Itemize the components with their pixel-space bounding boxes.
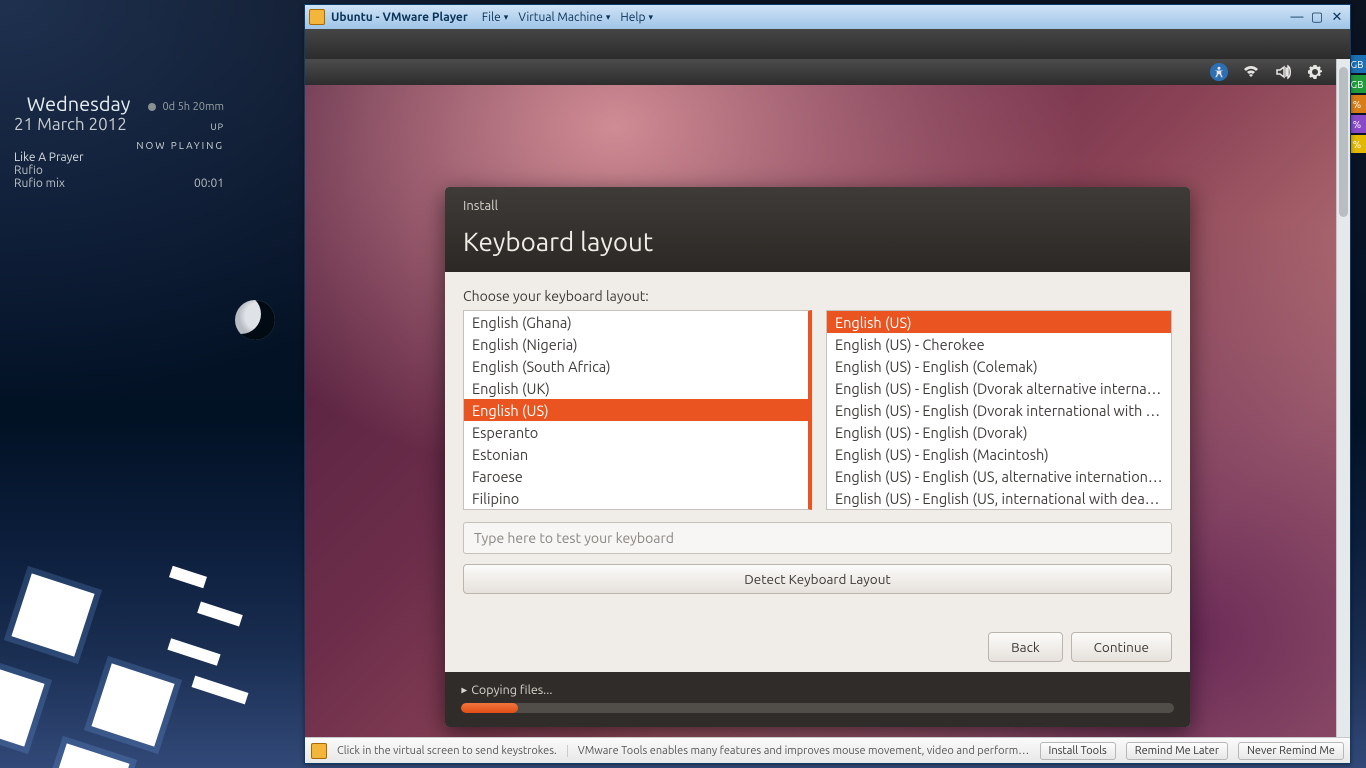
remind-later-button[interactable]: Remind Me Later — [1126, 742, 1228, 760]
widget-album: Rufio mix — [14, 177, 65, 190]
list-item[interactable]: English (US) — [827, 311, 1171, 333]
keyboard-test-input[interactable] — [463, 522, 1172, 554]
hint-desc: VMware Tools enables many features and i… — [567, 745, 1030, 757]
widget-up-label: UP — [210, 122, 224, 132]
menu-help[interactable]: Help▾ — [620, 11, 653, 24]
vmware-menubar: File▾ Virtual Machine▾ Help▾ — [482, 11, 653, 24]
keyboard-variant-list[interactable]: English (US)English (US) - CherokeeEngli… — [826, 310, 1172, 510]
gear-icon[interactable] — [1306, 63, 1324, 81]
list-item[interactable]: Estonian — [464, 443, 808, 465]
list-item[interactable]: English (Ghana) — [464, 311, 808, 333]
list-item[interactable]: Filipino — [464, 487, 808, 509]
volume-icon[interactable] — [1274, 63, 1292, 81]
widget-artist: Rufio — [14, 164, 43, 177]
moon-decoration — [235, 300, 275, 340]
list-item[interactable]: English (US) - English (Macintosh) — [827, 443, 1171, 465]
vmware-titlebar[interactable]: Ubuntu - VMware Player File▾ Virtual Mac… — [305, 5, 1350, 29]
desktop-widget: Wednesday 0d 5h 20mm 21 March 2012 UP No… — [14, 92, 224, 190]
list-item[interactable]: Faroese — [464, 465, 808, 487]
list-item[interactable]: Esperanto — [464, 421, 808, 443]
hint-icon — [311, 743, 327, 759]
list-item[interactable]: English (US) - English (US, internationa… — [827, 487, 1171, 509]
disclosure-triangle-icon[interactable]: ▸ — [461, 683, 467, 697]
list-item[interactable]: English (US) - English (Dvorak) — [827, 421, 1171, 443]
list-item[interactable]: English (US) — [464, 399, 808, 421]
back-button[interactable]: Back — [988, 632, 1063, 662]
menu-file[interactable]: File▾ — [482, 11, 509, 24]
vmware-window: Ubuntu - VMware Player File▾ Virtual Mac… — [304, 4, 1351, 764]
vmware-toolbar — [305, 29, 1350, 59]
installer-window-title: Install — [463, 199, 1172, 213]
vmware-title: Ubuntu - VMware Player — [331, 11, 468, 24]
vmware-hintbar: Click in the virtual screen to send keys… — [305, 737, 1350, 763]
install-tools-button[interactable]: Install Tools — [1040, 742, 1116, 760]
list-item[interactable]: English (US) - English (Dvorak internati… — [827, 399, 1171, 421]
guest-screen[interactable]: Install Keyboard layout Choose your keyb… — [305, 59, 1350, 737]
list-item[interactable]: English (US) - English (US, alternative … — [827, 465, 1171, 487]
copying-label: Copying files... — [471, 683, 552, 697]
ubiquity-installer: Install Keyboard layout Choose your keyb… — [445, 187, 1190, 727]
minimize-button[interactable]: — — [1288, 10, 1306, 25]
desktop-decor — [0, 498, 320, 768]
hint-click-text: Click in the virtual screen to send keys… — [337, 745, 557, 757]
keyboard-language-list[interactable]: English (Ghana)English (Nigeria)English … — [463, 310, 812, 510]
widget-track: Like A Prayer — [14, 151, 84, 164]
widget-day: Wednesday — [27, 92, 131, 115]
menu-virtual-machine[interactable]: Virtual Machine▾ — [518, 11, 610, 24]
continue-button[interactable]: Continue — [1071, 632, 1172, 662]
guest-scrollbar[interactable] — [1336, 59, 1350, 737]
widget-time: 00:01 — [194, 177, 224, 190]
list-item[interactable]: English (US) - Cherokee — [827, 333, 1171, 355]
detect-keyboard-button[interactable]: Detect Keyboard Layout — [463, 564, 1172, 594]
progress-bar — [461, 703, 1174, 713]
vmware-icon — [309, 9, 325, 25]
accessibility-icon[interactable] — [1210, 63, 1228, 81]
list-item[interactable]: English (Nigeria) — [464, 333, 808, 355]
list-item[interactable]: English (US) - English (Dvorak alternati… — [827, 377, 1171, 399]
list-item[interactable]: English (South Africa) — [464, 355, 808, 377]
installer-header: Install Keyboard layout — [445, 187, 1190, 272]
installer-footer: ▸ Copying files... — [445, 672, 1190, 727]
progress-fill — [461, 703, 518, 713]
widget-date: 21 March 2012 — [14, 115, 127, 134]
maximize-button[interactable]: ▢ — [1308, 10, 1326, 25]
never-remind-button[interactable]: Never Remind Me — [1238, 742, 1344, 760]
ubuntu-top-panel — [305, 59, 1336, 85]
host-desktop: Wednesday 0d 5h 20mm 21 March 2012 UP No… — [0, 0, 1366, 768]
wifi-icon[interactable] — [1242, 63, 1260, 81]
widget-uptime: 0d 5h 20mm — [162, 101, 224, 113]
widget-now-playing-label: Now Playing — [14, 140, 224, 151]
close-button[interactable]: ✕ — [1328, 10, 1346, 25]
list-item[interactable]: English (US) - English (Colemak) — [827, 355, 1171, 377]
installer-prompt: Choose your keyboard layout: — [463, 288, 1172, 304]
list-item[interactable]: English (UK) — [464, 377, 808, 399]
installer-heading: Keyboard layout — [463, 227, 1172, 256]
